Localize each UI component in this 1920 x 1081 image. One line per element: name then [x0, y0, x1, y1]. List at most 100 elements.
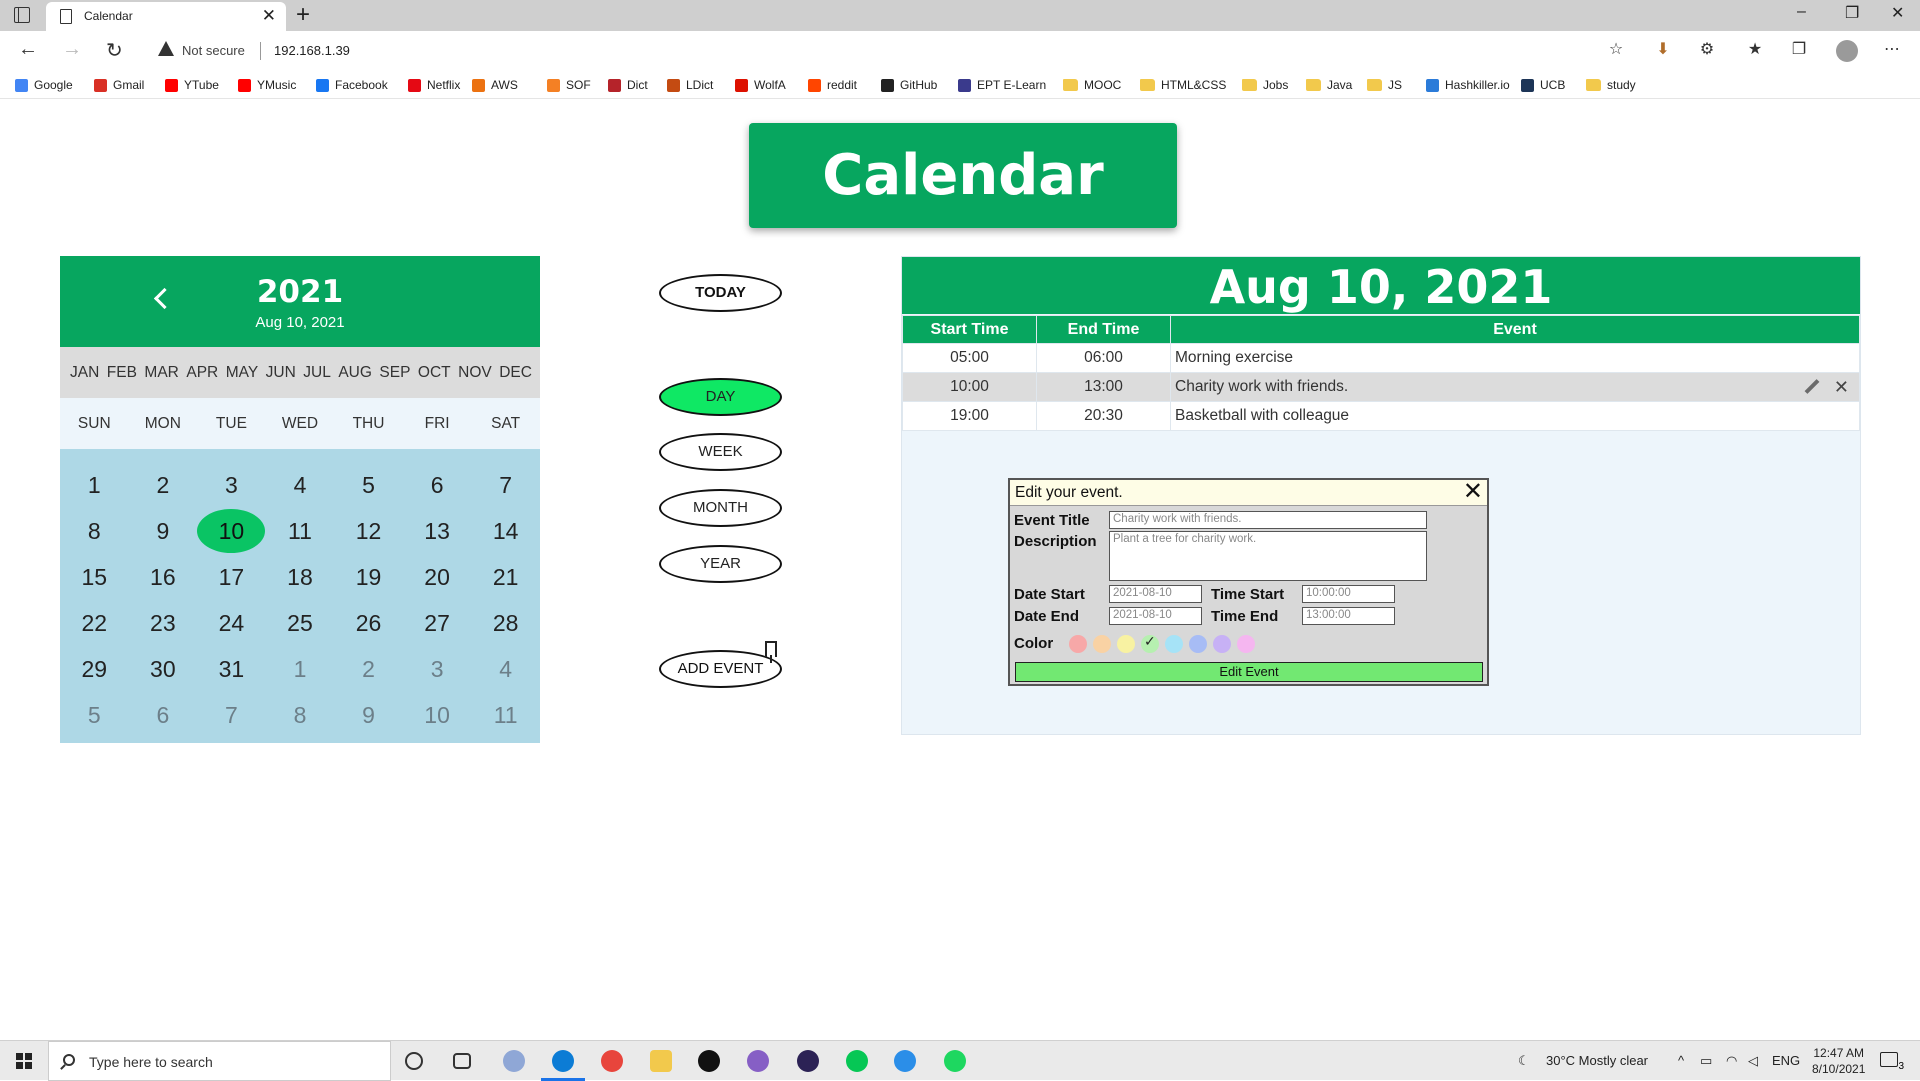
- month-jan[interactable]: JAN: [70, 364, 99, 382]
- color-swatch[interactable]: [1189, 635, 1207, 653]
- edge-icon[interactable]: [552, 1050, 574, 1072]
- tray-chevron-icon[interactable]: ^: [1678, 1053, 1684, 1068]
- bookmark-3[interactable]: YMusic: [238, 76, 296, 94]
- dialog-close-icon[interactable]: ✕: [1463, 478, 1483, 506]
- extensions-icon[interactable]: ⚙: [1697, 40, 1717, 60]
- vscode-icon[interactable]: [894, 1050, 916, 1072]
- forward-icon[interactable]: →: [62, 38, 82, 61]
- file-explorer-icon[interactable]: [650, 1050, 672, 1072]
- bookmark-9[interactable]: LDict: [667, 76, 713, 94]
- close-window-button[interactable]: ✕: [1891, 3, 1904, 23]
- day-cell[interactable]: 10: [403, 692, 472, 738]
- task-view-icon[interactable]: [453, 1053, 471, 1069]
- day-cell-selected[interactable]: 10: [197, 508, 266, 554]
- day-cell[interactable]: 9: [334, 692, 403, 738]
- color-swatch[interactable]: [1213, 635, 1231, 653]
- day-cell[interactable]: 26: [334, 600, 403, 646]
- day-view-button[interactable]: DAY: [659, 378, 782, 416]
- color-swatch[interactable]: [1093, 635, 1111, 653]
- cortana-icon[interactable]: [405, 1052, 423, 1070]
- bookmark-8[interactable]: Dict: [608, 76, 648, 94]
- day-cell[interactable]: 12: [334, 508, 403, 554]
- day-cell[interactable]: 3: [403, 646, 472, 692]
- color-swatch[interactable]: [1069, 635, 1087, 653]
- month-feb[interactable]: FEB: [107, 364, 137, 382]
- new-tab-button[interactable]: +: [296, 1, 310, 29]
- bookmark-20[interactable]: UCB: [1521, 76, 1565, 94]
- day-cell[interactable]: 4: [471, 646, 540, 692]
- more-menu-icon[interactable]: ⋯: [1882, 40, 1902, 60]
- visual-studio-icon[interactable]: [747, 1050, 769, 1072]
- day-cell[interactable]: 11: [471, 692, 540, 738]
- bookmark-11[interactable]: reddit: [808, 76, 857, 94]
- url-field[interactable]: 192.168.1.39: [274, 43, 350, 58]
- day-cell[interactable]: 27: [403, 600, 472, 646]
- day-cell[interactable]: 6: [129, 692, 198, 738]
- day-cell[interactable]: 8: [60, 508, 129, 554]
- wifi-icon[interactable]: ◠: [1726, 1053, 1737, 1069]
- bookmark-7[interactable]: SOF: [547, 76, 591, 94]
- month-may[interactable]: MAY: [226, 364, 258, 382]
- day-cell[interactable]: 18: [266, 554, 335, 600]
- profile-avatar[interactable]: [1836, 40, 1858, 62]
- day-cell[interactable]: 24: [197, 600, 266, 646]
- bookmark-1[interactable]: Gmail: [94, 76, 144, 94]
- event-title-input[interactable]: Charity work with friends.: [1109, 511, 1427, 529]
- color-swatch[interactable]: [1117, 635, 1135, 653]
- day-cell[interactable]: 13: [403, 508, 472, 554]
- bookmark-13[interactable]: EPT E-Learn: [958, 76, 1046, 94]
- month-sep[interactable]: SEP: [379, 364, 410, 382]
- day-cell[interactable]: 16: [129, 554, 198, 600]
- day-cell[interactable]: 30: [129, 646, 198, 692]
- bookmark-21[interactable]: study: [1586, 76, 1636, 94]
- terminal-icon[interactable]: [698, 1050, 720, 1072]
- back-icon[interactable]: ←: [18, 38, 38, 61]
- day-cell[interactable]: 17: [197, 554, 266, 600]
- spotify-icon[interactable]: [944, 1050, 966, 1072]
- day-cell[interactable]: 19: [334, 554, 403, 600]
- pencil-icon[interactable]: [1804, 379, 1820, 395]
- day-cell[interactable]: 2: [129, 462, 198, 508]
- bookmark-15[interactable]: HTML&CSS: [1140, 76, 1226, 94]
- day-cell[interactable]: 7: [197, 692, 266, 738]
- add-favorite-icon[interactable]: ☆: [1606, 40, 1626, 60]
- favorites-icon[interactable]: ★: [1745, 40, 1765, 60]
- bookmark-10[interactable]: WolfA: [735, 76, 786, 94]
- day-cell[interactable]: 28: [471, 600, 540, 646]
- bookmark-17[interactable]: Java: [1306, 76, 1352, 94]
- minimize-button[interactable]: –: [1797, 3, 1806, 21]
- line-icon[interactable]: [846, 1050, 868, 1072]
- month-mar[interactable]: MAR: [144, 364, 178, 382]
- bookmark-16[interactable]: Jobs: [1242, 76, 1288, 94]
- color-swatch[interactable]: [1141, 633, 1159, 653]
- collections-icon[interactable]: ❐: [1789, 40, 1809, 60]
- date-end-input[interactable]: 2021-08-10: [1109, 607, 1202, 625]
- day-cell[interactable]: 4: [266, 462, 335, 508]
- restore-button[interactable]: ❐: [1845, 3, 1859, 23]
- bookmark-0[interactable]: Google: [15, 76, 73, 94]
- day-cell[interactable]: 25: [266, 600, 335, 646]
- chrome-icon[interactable]: [601, 1050, 623, 1072]
- notification-center-icon[interactable]: 3: [1880, 1052, 1904, 1072]
- day-cell[interactable]: 7: [471, 462, 540, 508]
- month-apr[interactable]: APR: [186, 364, 218, 382]
- day-cell[interactable]: 15: [60, 554, 129, 600]
- month-view-button[interactable]: MONTH: [659, 489, 782, 527]
- date-start-input[interactable]: 2021-08-10: [1109, 585, 1202, 603]
- month-dec[interactable]: DEC: [499, 364, 532, 382]
- snipping-icon[interactable]: [503, 1050, 525, 1072]
- bookmark-2[interactable]: YTube: [165, 76, 219, 94]
- color-swatch[interactable]: [1165, 635, 1183, 653]
- day-cell[interactable]: 9: [129, 508, 198, 554]
- day-cell[interactable]: 14: [471, 508, 540, 554]
- day-cell[interactable]: 2: [334, 646, 403, 692]
- bookmark-14[interactable]: MOOC: [1063, 76, 1121, 94]
- month-nov[interactable]: NOV: [458, 364, 492, 382]
- bookmark-4[interactable]: Facebook: [316, 76, 388, 94]
- bookmark-18[interactable]: JS: [1367, 76, 1402, 94]
- month-oct[interactable]: OCT: [418, 364, 451, 382]
- tab-close-icon[interactable]: ✕: [262, 6, 276, 26]
- time-end-input[interactable]: 13:00:00: [1302, 607, 1395, 625]
- event-row[interactable]: 10:00 13:00 Charity work with friends. ✕: [902, 372, 1860, 402]
- language-indicator[interactable]: ENG: [1772, 1053, 1800, 1068]
